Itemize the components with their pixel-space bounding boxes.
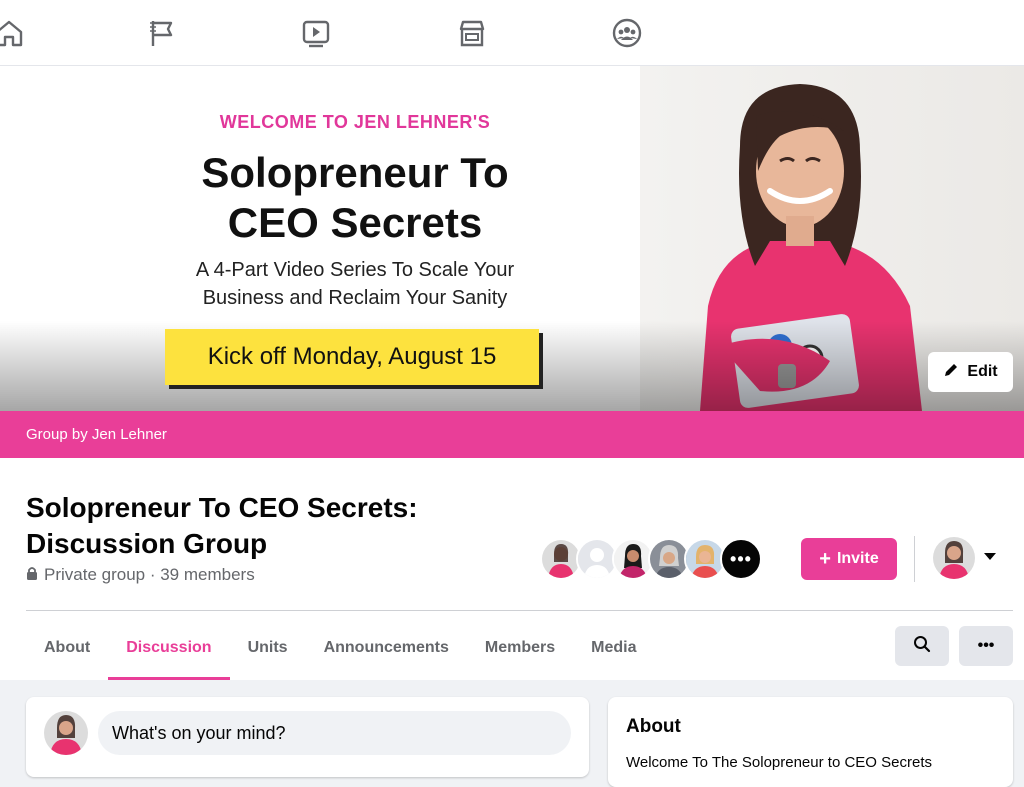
avatar[interactable]: [44, 711, 88, 755]
group-owner-bar: Group by Jen Lehner: [0, 411, 1024, 458]
group-title: Solopreneur To CEO Secrets: Discussion G…: [26, 490, 506, 562]
search-button[interactable]: [895, 626, 949, 666]
group-tabs: About Discussion Units Announcements Mem…: [26, 618, 655, 680]
plus-icon: +: [819, 548, 831, 570]
tab-about[interactable]: About: [26, 618, 108, 678]
top-navigation: [0, 0, 1024, 66]
edit-cover-button[interactable]: Edit: [928, 352, 1013, 392]
cover-kickoff-banner: Kick off Monday, August 15: [165, 329, 539, 385]
lock-icon: [26, 565, 38, 585]
cover-subtitle-line: A 4-Part Video Series To Scale Your: [195, 259, 515, 281]
groups-icon[interactable]: [610, 16, 644, 50]
invite-button[interactable]: + Invite: [801, 538, 897, 580]
cover-title: Solopreneur To CEO Secrets: [0, 148, 710, 248]
pencil-icon: [943, 362, 959, 383]
tab-members[interactable]: Members: [467, 618, 573, 678]
group-privacy-members[interactable]: Private group · 39 members: [44, 565, 255, 585]
cover-title-line: CEO Secrets: [227, 199, 483, 246]
group-header: Solopreneur To CEO Secrets: Discussion G…: [0, 458, 1024, 680]
tabs-divider: [26, 610, 1013, 611]
invite-label: Invite: [836, 550, 879, 567]
cover-subtitle: A 4-Part Video Series To Scale Your Busi…: [0, 256, 710, 312]
cover-photo: WELCOME TO JEN LEHNER'S Solopreneur To C…: [0, 66, 1024, 411]
edit-cover-label: Edit: [967, 363, 998, 380]
marketplace-icon[interactable]: [455, 16, 489, 50]
cover-title-line: Solopreneur To: [201, 149, 509, 196]
more-options-button[interactable]: •••: [959, 626, 1013, 666]
group-owner-label[interactable]: Group by Jen Lehner: [26, 426, 167, 443]
group-title-line: Solopreneur To CEO Secrets:: [26, 492, 418, 523]
search-icon: [913, 635, 931, 658]
group-meta: Private group · 39 members: [26, 565, 255, 585]
tab-media[interactable]: Media: [573, 618, 654, 678]
post-composer: What's on your mind?: [26, 697, 589, 777]
watch-video-icon[interactable]: [299, 16, 333, 50]
more-members-button[interactable]: •••: [720, 538, 762, 580]
tab-units[interactable]: Units: [230, 618, 306, 678]
header-divider: [914, 536, 915, 582]
post-composer-input[interactable]: What's on your mind?: [98, 711, 571, 755]
profile-avatar[interactable]: [933, 537, 975, 579]
pages-flag-icon[interactable]: [145, 16, 179, 50]
home-icon[interactable]: [0, 16, 26, 50]
tab-discussion[interactable]: Discussion: [108, 618, 230, 680]
group-title-line: Discussion Group: [26, 528, 268, 559]
cover-welcome-text: WELCOME TO JEN LEHNER'S: [219, 112, 491, 132]
member-avatars[interactable]: •••: [540, 538, 762, 580]
cover-subtitle-line: Business and Reclaim Your Sanity: [202, 287, 508, 309]
about-card: About Welcome To The Solopreneur to CEO …: [608, 697, 1013, 787]
tab-announcements[interactable]: Announcements: [306, 618, 467, 678]
about-card-title: About: [626, 716, 681, 737]
chevron-down-icon[interactable]: [984, 553, 996, 560]
about-card-text: Welcome To The Solopreneur to CEO Secret…: [626, 754, 932, 771]
